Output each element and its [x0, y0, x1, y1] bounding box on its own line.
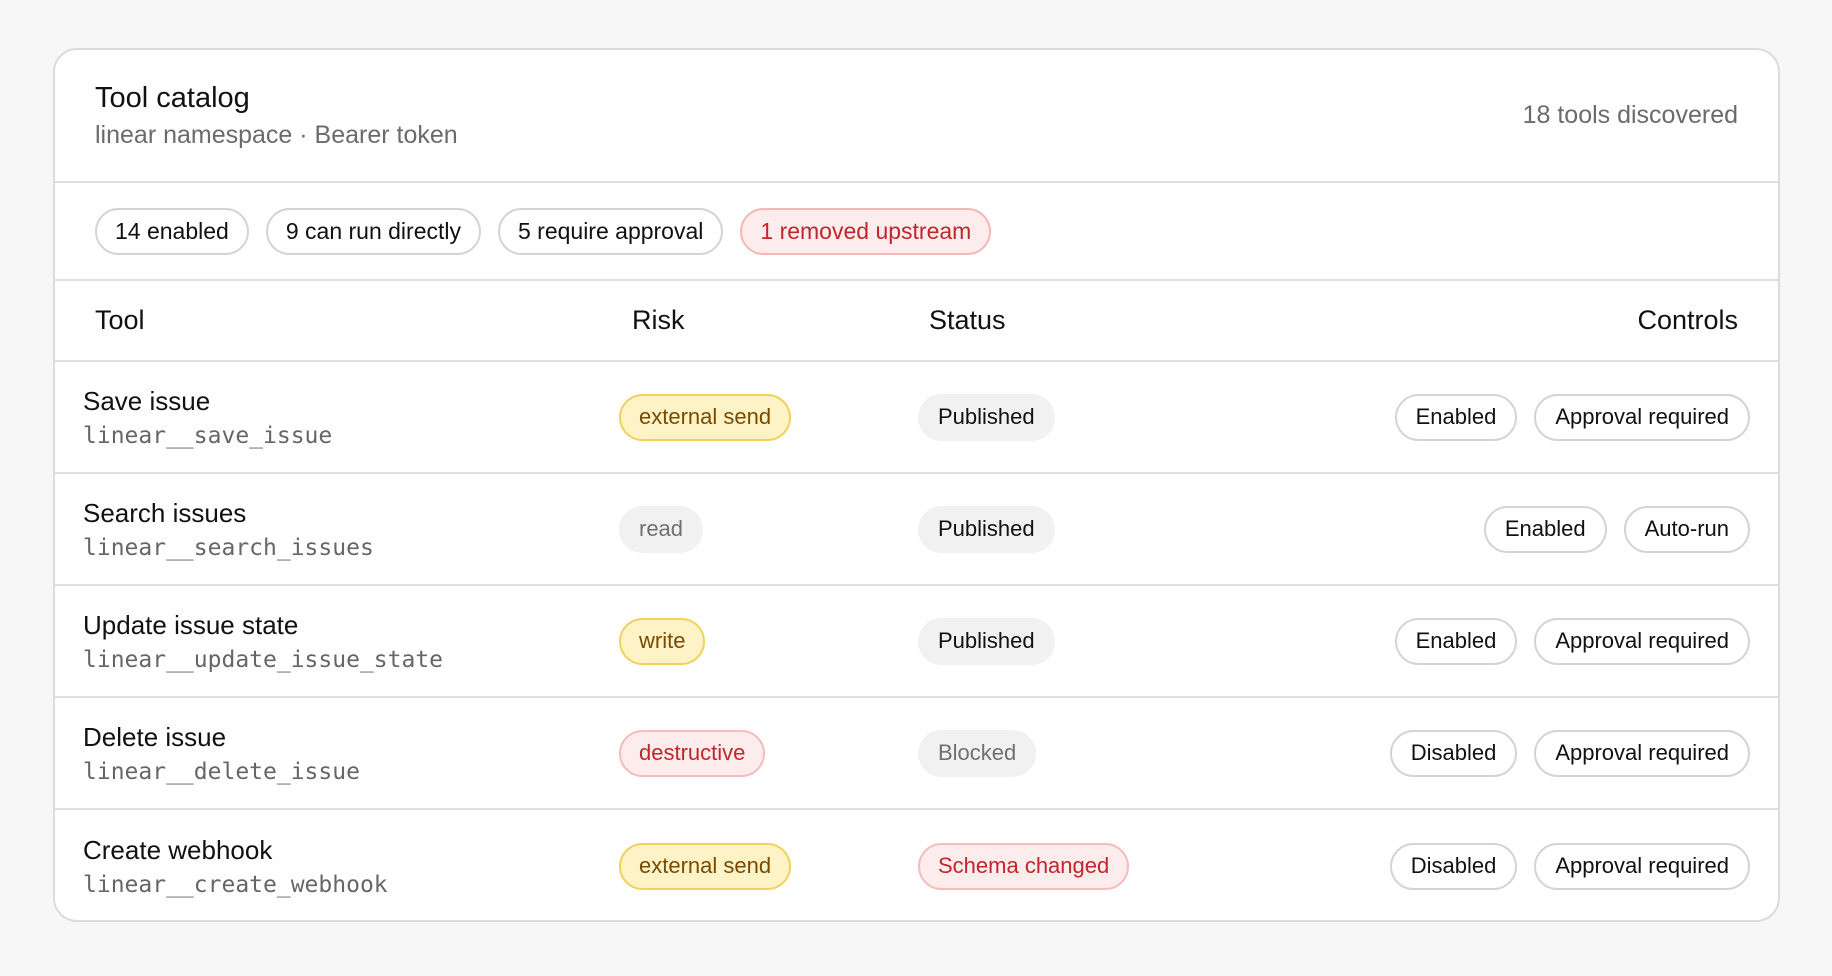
tool-name: Save issue [83, 385, 211, 416]
column-header-risk: Risk [632, 305, 685, 335]
status-cell: Published [918, 393, 1308, 441]
tool-cell: Delete issue linear__delete_issue [55, 722, 619, 785]
enabled-toggle-button[interactable]: Enabled [1394, 393, 1518, 441]
tool-name: Search issues [83, 497, 247, 528]
status-cell: Blocked [918, 729, 1308, 777]
tools-count: 18 tools discovered [1522, 101, 1738, 129]
table-row: Save issue linear__save_issue external s… [55, 362, 1778, 474]
status-badge: Published [918, 505, 1055, 553]
table-row: Search issues linear__search_issues read… [55, 474, 1778, 586]
enabled-toggle-button[interactable]: Enabled [1394, 617, 1518, 665]
enabled-toggle-button[interactable]: Disabled [1389, 729, 1518, 777]
column-header-controls: Controls [1637, 305, 1738, 335]
run-mode-button[interactable]: Approval required [1534, 729, 1750, 777]
controls-cell: Disabled Approval required [1308, 842, 1778, 890]
risk-badge: destructive [619, 729, 766, 777]
table-header: Tool Risk Status Controls [55, 281, 1778, 362]
status-badge: Blocked [918, 729, 1037, 777]
risk-cell: external send [619, 393, 918, 441]
catalog-heading: Tool catalog linear namespace · Bearer t… [95, 82, 458, 150]
tool-id: linear__update_issue_state [83, 646, 444, 673]
page-subtitle: linear namespace · Bearer token [95, 120, 458, 149]
table-row: Update issue state linear__update_issue_… [55, 586, 1778, 698]
tool-id: linear__delete_issue [83, 758, 360, 785]
column-header-status: Status [929, 305, 1006, 335]
summary-chip-direct: 9 can run directly [265, 207, 481, 255]
page-title: Tool catalog [95, 81, 250, 114]
enabled-toggle-button[interactable]: Disabled [1389, 842, 1518, 890]
tool-name: Create webhook [83, 834, 273, 865]
risk-cell: destructive [619, 729, 918, 777]
status-cell: Published [918, 505, 1308, 553]
controls-cell: Enabled Auto-run [1308, 505, 1778, 553]
risk-cell: external send [619, 842, 918, 890]
summary-chips: 14 enabled 9 can run directly 5 require … [55, 183, 1778, 281]
catalog-header: Tool catalog linear namespace · Bearer t… [55, 50, 1778, 183]
tool-name: Delete issue [83, 721, 227, 752]
run-mode-button[interactable]: Approval required [1534, 842, 1750, 890]
tool-id: linear__create_webhook [83, 871, 388, 898]
status-badge: Schema changed [918, 842, 1130, 890]
tool-cell: Create webhook linear__create_webhook [55, 835, 619, 898]
tool-name: Update issue state [83, 609, 299, 640]
table-row: Create webhook linear__create_webhook ex… [55, 810, 1778, 920]
summary-chip-enabled: 14 enabled [95, 207, 249, 255]
tool-cell: Save issue linear__save_issue [55, 386, 619, 449]
table-row: Delete issue linear__delete_issue destru… [55, 698, 1778, 810]
column-header-tool: Tool [95, 305, 145, 335]
status-cell: Schema changed [918, 842, 1308, 890]
tool-id: linear__search_issues [83, 534, 374, 561]
risk-cell: read [619, 505, 918, 553]
tool-id: linear__save_issue [83, 422, 333, 449]
controls-cell: Disabled Approval required [1308, 729, 1778, 777]
run-mode-button[interactable]: Approval required [1534, 617, 1750, 665]
risk-cell: write [619, 617, 918, 665]
run-mode-button[interactable]: Auto-run [1623, 505, 1750, 553]
risk-badge: external send [619, 393, 792, 441]
risk-badge: external send [619, 842, 792, 890]
tool-cell: Update issue state linear__update_issue_… [55, 610, 619, 673]
risk-badge: read [619, 505, 704, 553]
controls-cell: Enabled Approval required [1308, 393, 1778, 441]
controls-cell: Enabled Approval required [1308, 617, 1778, 665]
risk-badge: write [619, 617, 706, 665]
enabled-toggle-button[interactable]: Enabled [1483, 505, 1607, 553]
summary-chip-removed: 1 removed upstream [740, 207, 992, 255]
summary-chip-approval: 5 require approval [497, 207, 724, 255]
tool-catalog-card: Tool catalog linear namespace · Bearer t… [53, 48, 1780, 922]
status-cell: Published [918, 617, 1308, 665]
tool-cell: Search issues linear__search_issues [55, 498, 619, 561]
status-badge: Published [918, 393, 1055, 441]
run-mode-button[interactable]: Approval required [1534, 393, 1750, 441]
status-badge: Published [918, 617, 1055, 665]
